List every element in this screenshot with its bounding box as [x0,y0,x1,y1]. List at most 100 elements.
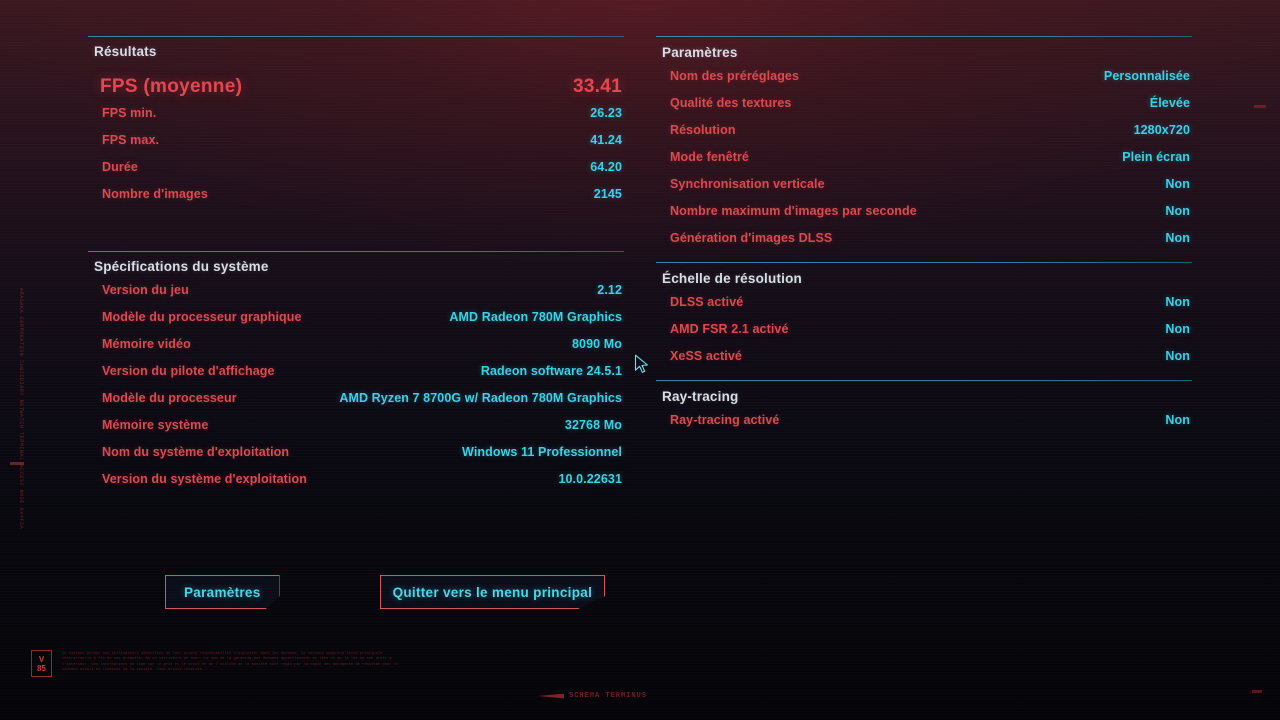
xess-enabled-label: XeSS activé [670,349,742,363]
fsr-enabled-value: Non [1165,322,1190,336]
footer-wedge-icon [538,693,564,699]
system-memory-value: 32768 Mo [564,418,622,432]
mouse-cursor-icon [634,354,648,373]
os-version-value: 10.0.22631 [558,472,622,486]
dlss-frame-generation-value: Non [1165,231,1190,245]
row-game-version: Version du jeu 2.12 [88,283,624,310]
section-ray-tracing: Ray-tracing Ray-tracing activé Non [656,380,1192,440]
video-memory-value: 8090 Mo [571,337,622,351]
row-window-mode: Mode fenêtré Plein écran [656,150,1192,177]
cpu-model-value: AMD Ryzen 7 8700G w/ Radeon 780M Graphic… [339,391,622,405]
os-name-label: Nom du système d'exploitation [102,445,290,459]
row-dlss-enabled: DLSS activé Non [656,295,1192,322]
row-dlss-frame-generation: Génération d'images DLSS Non [656,231,1192,258]
row-texture-quality: Qualité des textures Élevée [656,96,1192,123]
ray-tracing-section-title: Ray-tracing [662,389,739,404]
section-settings: Paramètres Nom des préréglages Personnal… [656,36,1192,258]
driver-version-value: Radeon software 24.5.1 [480,364,622,378]
row-cpu-model: Modèle du processeur AMD Ryzen 7 8700G w… [88,391,624,418]
row-frame-count: Nombre d'images 2145 [88,187,624,214]
preset-name-value: Personnalisée [1103,69,1190,83]
section-results: Résultats FPS (moyenne) 33.41 FPS min. 2… [88,36,624,214]
fsr-enabled-label: AMD FSR 2.1 activé [670,322,789,336]
ray-tracing-divider [656,380,1192,381]
legal-text: Ce contenu permet aux utilisateurs ident… [62,652,399,673]
texture-quality-value: Élevée [1149,96,1190,110]
version-badge-bottom: 85 [37,663,46,673]
duration-value: 64.20 [590,160,622,174]
row-fps-max: FPS max. 41.24 [88,133,624,160]
system-memory-label: Mémoire système [102,418,209,432]
cpu-model-label: Modèle du processeur [102,391,237,405]
game-version-value: 2.12 [597,283,622,297]
gpu-model-label: Modèle du processeur graphique [102,310,302,324]
row-xess-enabled: XeSS activé Non [656,349,1192,376]
footer-decor-mark: SCHEMA TERMINUS [538,692,647,700]
vsync-label: Synchronisation verticale [670,177,825,191]
footer-mark-text: SCHEMA TERMINUS [569,692,648,700]
ray-tracing-enabled-value: Non [1165,413,1190,427]
window-mode-label: Mode fenêtré [670,150,749,164]
version-badge-top: V [38,654,45,664]
side-tick-decor [10,462,24,465]
resolution-scaling-divider [656,262,1192,263]
dlss-enabled-label: DLSS activé [670,295,744,309]
preset-name-label: Nom des préréglages [670,69,800,83]
fps-min-value: 26.23 [590,106,622,120]
settings-divider [656,36,1192,37]
vsync-value: Non [1165,177,1190,191]
settings-button[interactable]: Paramètres [165,575,280,609]
row-vsync: Synchronisation verticale Non [656,177,1192,204]
row-os-name: Nom du système d'exploitation Windows 11… [88,445,624,472]
gpu-model-value: AMD Radeon 780M Graphics [449,310,622,324]
os-version-label: Version du système d'exploitation [102,472,307,486]
row-fsr-enabled: AMD FSR 2.1 activé Non [656,322,1192,349]
texture-quality-label: Qualité des textures [670,96,792,110]
row-duration: Durée 64.20 [88,160,624,187]
section-resolution-scaling: Échelle de résolution DLSS activé Non AM… [656,262,1192,376]
fps-average-value: 33.41 [572,76,622,97]
button-bar: Paramètres Quitter vers le menu principa… [165,575,606,609]
fps-min-label: FPS min. [102,106,157,120]
fps-max-value: 41.24 [590,133,622,147]
driver-version-label: Version du pilote d'affichage [102,364,275,378]
duration-label: Durée [102,160,138,174]
row-system-memory: Mémoire système 32768 Mo [88,418,624,445]
fps-average-label: FPS (moyenne) [100,76,243,97]
right-edge-tick-bottom [1252,690,1262,693]
max-fps-label: Nombre maximum d'images par seconde [670,204,917,218]
row-fps-average: FPS (moyenne) 33.41 [88,68,624,106]
specs-divider [88,251,624,252]
max-fps-value: Non [1165,204,1190,218]
specs-section-title: Spécifications du système [94,259,269,274]
quit-to-main-menu-button[interactable]: Quitter vers le menu principal [379,575,606,609]
game-version-label: Version du jeu [102,283,189,297]
resolution-label: Résolution [670,123,736,137]
side-vertical-decor-text: ARASAKA CORPORATION SUBSIDIARY NETWATCH … [18,288,24,530]
left-column: Résultats FPS (moyenne) 33.41 FPS min. 2… [88,36,624,503]
resolution-value: 1280x720 [1133,123,1190,137]
frame-count-value: 2145 [593,187,622,201]
row-os-version: Version du système d'exploitation 10.0.2… [88,472,624,499]
right-column: Paramètres Nom des préréglages Personnal… [656,36,1192,444]
settings-section-title: Paramètres [662,45,738,60]
row-driver-version: Version du pilote d'affichage Radeon sof… [88,364,624,391]
window-mode-value: Plein écran [1122,150,1190,164]
resolution-scaling-section-title: Échelle de résolution [662,271,802,286]
frame-count-label: Nombre d'images [102,187,208,201]
row-gpu-model: Modèle du processeur graphique AMD Radeo… [88,310,624,337]
video-memory-label: Mémoire vidéo [102,337,191,351]
section-system-specs: Spécifications du système Version du jeu… [88,251,624,499]
row-fps-min: FPS min. 26.23 [88,106,624,133]
row-max-fps: Nombre maximum d'images par seconde Non [656,204,1192,231]
benchmark-results-screen: Résultats FPS (moyenne) 33.41 FPS min. 2… [0,0,1280,720]
results-section-title: Résultats [94,44,157,59]
row-ray-tracing-enabled: Ray-tracing activé Non [656,413,1192,440]
results-divider [88,36,624,37]
dlss-frame-generation-label: Génération d'images DLSS [670,231,833,245]
fps-max-label: FPS max. [102,133,160,147]
xess-enabled-value: Non [1165,349,1190,363]
version-badge: V 85 [31,650,52,677]
row-video-memory: Mémoire vidéo 8090 Mo [88,337,624,364]
row-preset-name: Nom des préréglages Personnalisée [656,69,1192,96]
